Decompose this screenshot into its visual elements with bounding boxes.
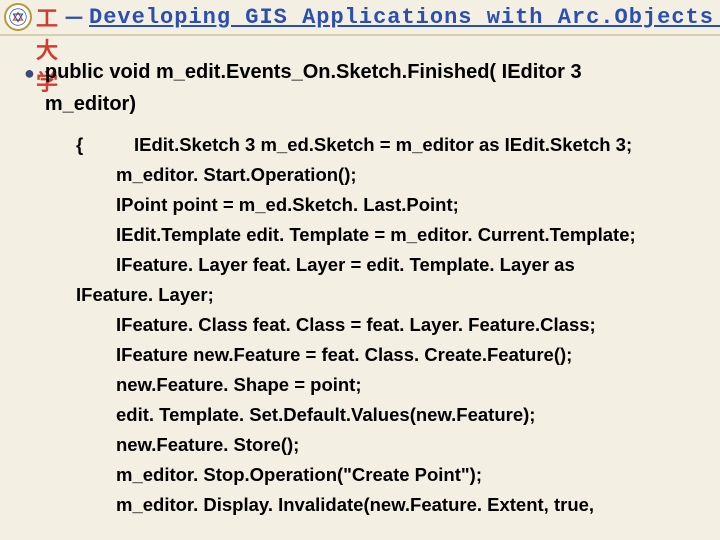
course-title: Developing GIS Applications with Arc.Obj… [89, 5, 720, 30]
code-line: IFeature. Class feat. Class = feat. Laye… [76, 310, 710, 340]
code-line: m_editor. Stop.Operation("Create Point")… [76, 460, 710, 490]
code-line: m_editor. Display. Invalidate(new.Featur… [76, 490, 710, 520]
code-line: IEdit.Sketch 3 m_ed.Sketch = m_editor as… [134, 130, 632, 160]
slide-header: 西理工大学 － Developing GIS Applications with… [0, 0, 720, 36]
signature-line-2: m_editor) [45, 88, 582, 120]
code-line: m_editor. Start.Operation(); [76, 160, 710, 190]
slide-content: ● public void m_edit.Events_On.Sketch.Fi… [0, 36, 720, 520]
method-signature: ● public void m_edit.Events_On.Sketch.Fi… [24, 56, 710, 120]
signature-line-1: public void m_edit.Events_On.Sketch.Fini… [45, 56, 582, 88]
university-logo [4, 3, 32, 31]
code-line: IFeature new.Feature = feat. Class. Crea… [76, 340, 710, 370]
header-separator: － [63, 1, 85, 33]
logo-icon [9, 8, 27, 26]
code-line: IEdit.Template edit. Template = m_editor… [76, 220, 710, 250]
open-brace: { [76, 130, 134, 160]
code-line: IFeature. Layer feat. Layer = edit. Temp… [76, 250, 710, 280]
code-line: IPoint point = m_ed.Sketch. Last.Point; [76, 190, 710, 220]
code-block: { IEdit.Sketch 3 m_ed.Sketch = m_editor … [24, 130, 710, 520]
code-line: new.Feature. Store(); [76, 430, 710, 460]
bullet-icon: ● [24, 59, 35, 88]
code-line: IFeature. Layer; [76, 280, 710, 310]
code-line: edit. Template. Set.Default.Values(new.F… [76, 400, 710, 430]
code-line: new.Feature. Shape = point; [76, 370, 710, 400]
